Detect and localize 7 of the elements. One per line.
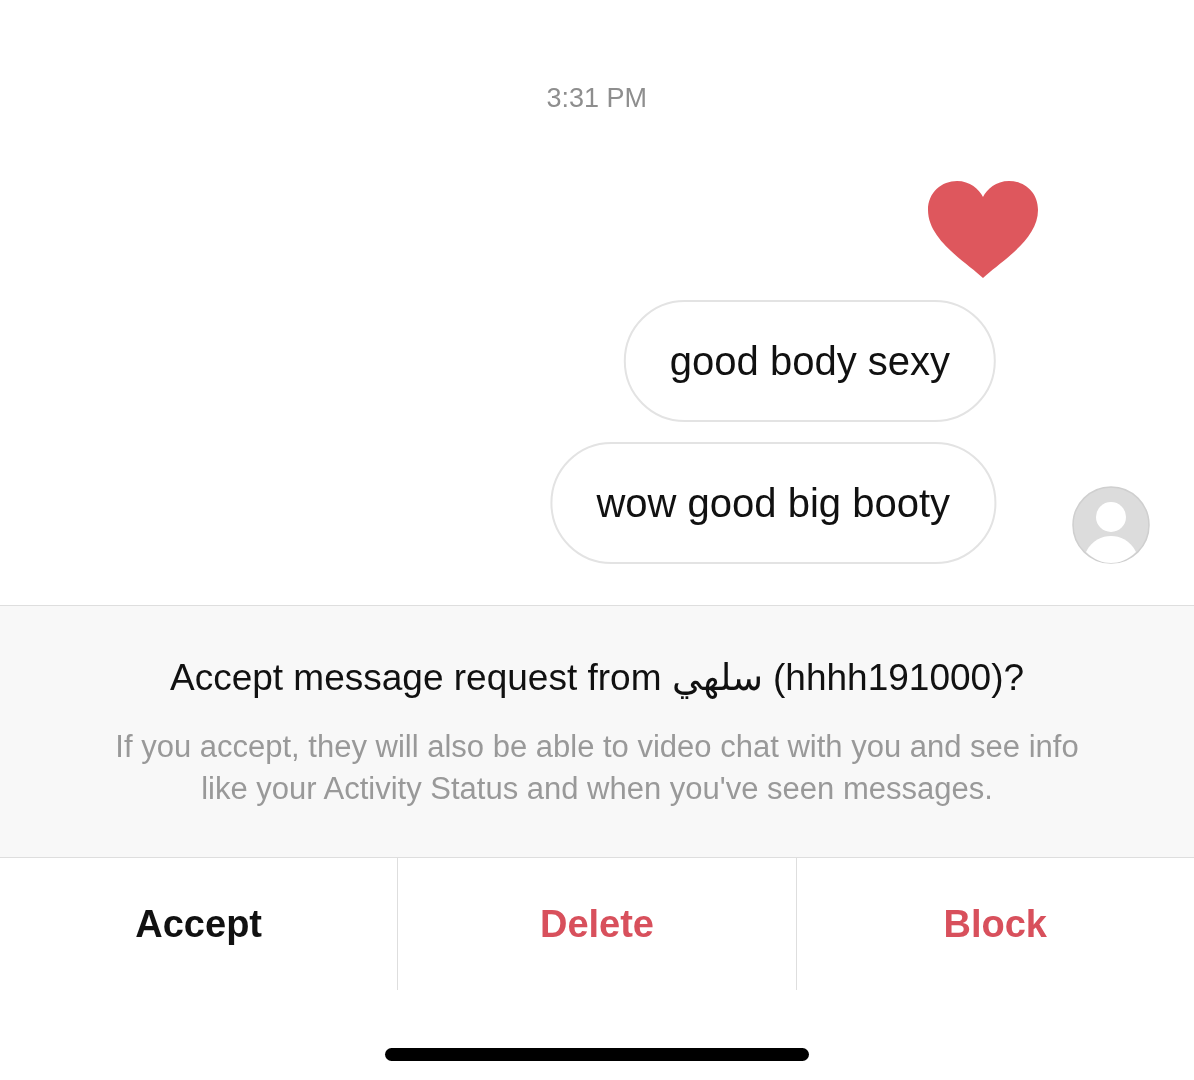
message-bubble: good body sexy — [623, 300, 996, 422]
message-bubble: wow good big booty — [550, 442, 996, 564]
timestamp: 3:31 PM — [546, 82, 648, 115]
avatar-icon — [1072, 486, 1150, 564]
heart-icon — [926, 180, 1040, 280]
request-description: If you accept, they will also be able to video chat with you and see info like your Activity Status and when you've seen messages. — [114, 727, 1080, 809]
home-indicator[interactable] — [385, 1048, 809, 1062]
